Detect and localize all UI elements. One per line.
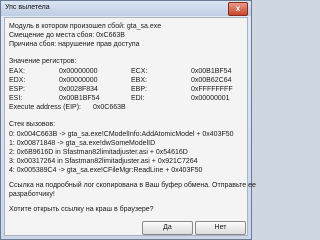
callstack-header: Стек вызовов: (9, 121, 56, 128)
register-value: 0x00000000 (59, 68, 98, 75)
register-value: 0x0028F834 (59, 86, 98, 93)
register-name: ESP: (9, 86, 25, 93)
execute-address-label: Execute address (EIP): (9, 104, 81, 111)
register-name: EBX: (131, 77, 147, 84)
register-name: ECX: (131, 68, 148, 75)
callstack-line: 4: 0x005389C4 -> gta_sa.exe!CFileMgr:Rea… (9, 167, 203, 174)
error-dialog: Упс вылетела x Модуль в котором произоше… (0, 0, 256, 240)
register-name: ESI: (9, 95, 23, 102)
register-name: EDI: (131, 95, 145, 102)
register-value: 0x00B62C64 (191, 77, 232, 84)
reason-line: Причина сбоя: нарушение прав доступа (9, 41, 140, 48)
yes-button[interactable]: Да (142, 221, 193, 235)
callstack-line: 2: 0x6B9616D in Sfastman82limitadjuster.… (9, 149, 188, 156)
log-copied-message: Ссылка на подробный лог скопирована в Ва… (9, 182, 256, 189)
no-button[interactable]: Нет (195, 221, 246, 235)
title-bar[interactable]: Упс вылетела x (1, 1, 251, 16)
open-link-question: Хотите открыть ссылку на краш в браузере… (9, 206, 154, 213)
close-button[interactable]: x (228, 2, 248, 16)
register-value: 0x00000001 (191, 95, 230, 102)
register-name: EDX: (9, 77, 26, 84)
register-value: 0x00B1BF54 (191, 68, 232, 75)
register-value: 0x00000000 (59, 77, 98, 84)
module-line: Модуль в котором произошел сбой: gta_sa.… (9, 23, 162, 30)
offset-line: Смещение до места сбоя: 0xC663B (9, 32, 125, 39)
window-title: Упс вылетела (5, 4, 50, 11)
dialog-content: Модуль в котором произошел сбой: gta_sa.… (4, 17, 256, 236)
callstack-line: 0: 0x004C663B -> gta_sa.exe!CModelInfo:A… (9, 131, 234, 138)
registers-header: Значение регистров: (9, 58, 77, 65)
log-copied-message-cont: разработчику! (9, 191, 55, 198)
register-name: EAX: (9, 68, 25, 75)
register-name: EBP: (131, 86, 147, 93)
register-value: 0xFFFFFFFF (191, 86, 233, 93)
execute-address-value: 0x0C663B (93, 104, 126, 111)
register-value: 0x00B1BF54 (59, 95, 100, 102)
callstack-line: 3: 0x00317264 in Sfastman82limitadjuster… (9, 158, 198, 165)
callstack-line: 1: 0x00871848 -> gta_sa.exe!dwSomeModelI… (9, 140, 156, 147)
